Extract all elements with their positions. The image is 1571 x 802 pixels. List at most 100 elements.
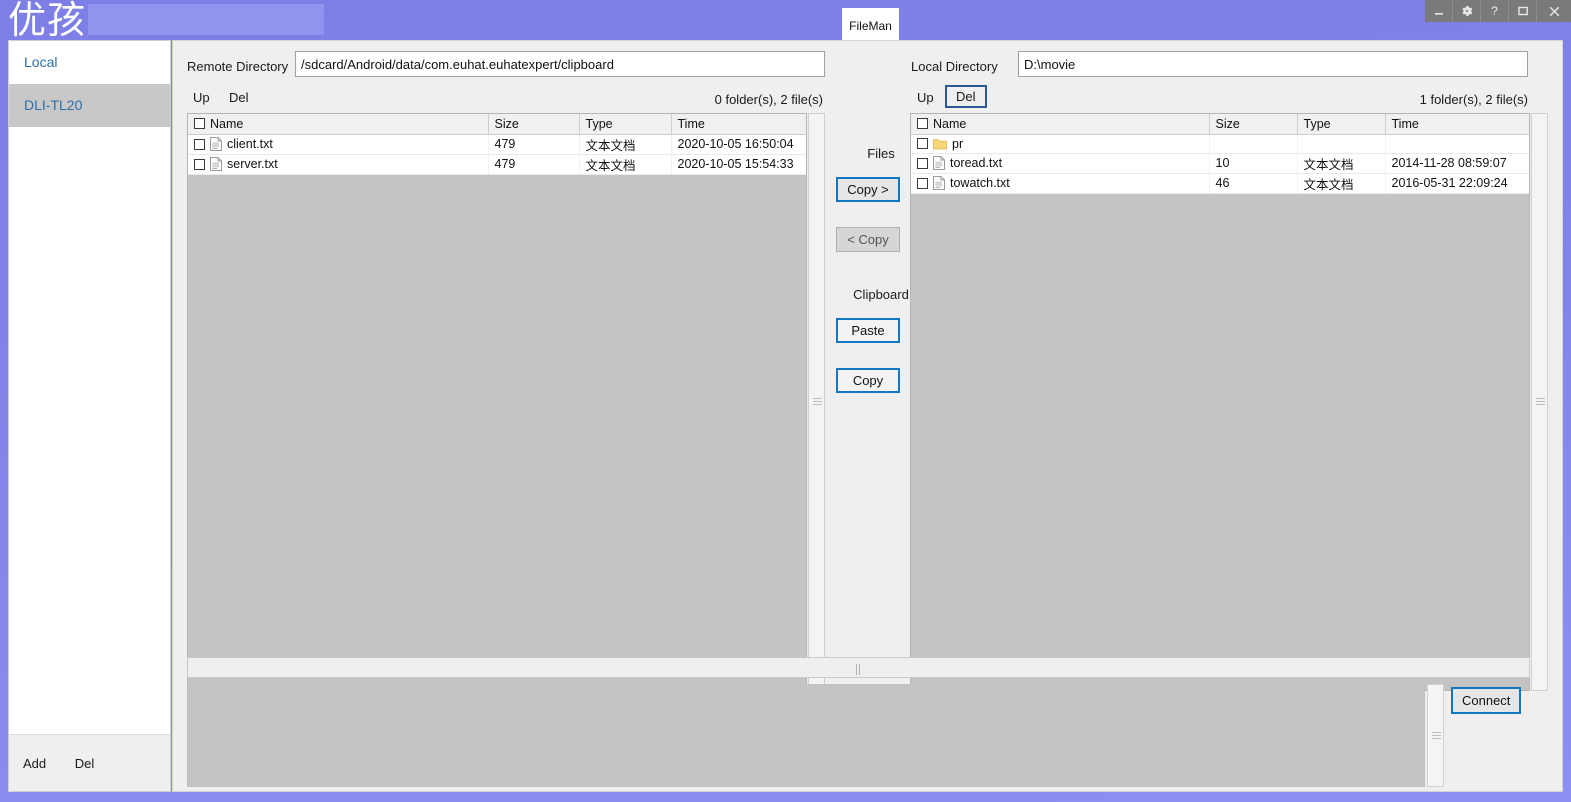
remote-col-time[interactable]: Time [671,114,806,135]
connect-button[interactable]: Connect [1451,687,1522,714]
remote-file-table: Name Size Type Time client.txt 479 文本文档 202… [188,114,806,175]
remote-row-checkbox[interactable] [194,158,205,170]
local-col-time[interactable]: Time [1385,114,1529,135]
app-logo: 优孩 [8,0,87,42]
tab-fileman[interactable]: FileMan [842,8,899,44]
gear-icon[interactable] [1453,0,1481,22]
local-row-time [1385,134,1529,154]
remote-list-scrollbar[interactable] [808,113,825,691]
scrollbar-grip-icon [1536,398,1545,405]
remote-table-header: Name Size Type Time [188,114,806,135]
sidebar-item-dli-tl20[interactable]: DLI-TL20 [9,84,170,127]
log-output-panel[interactable] [187,684,1425,787]
remote-directory-label: Remote Directory [187,59,289,74]
clipboard-copy-button[interactable]: Copy [836,368,900,393]
local-row-type: 文本文档 [1297,173,1386,194]
close-button[interactable] [1537,0,1571,22]
local-row-name[interactable]: towatch.txt [911,173,1210,194]
local-row-size [1209,134,1298,154]
local-row-name-text: towatch.txt [950,176,1010,190]
local-select-all-checkbox[interactable] [917,117,928,129]
maximize-button[interactable] [1509,0,1537,22]
local-row-checkbox[interactable] [917,177,928,189]
file-icon [210,157,222,171]
local-row-name[interactable]: toread.txt [911,153,1210,174]
local-directory-label: Local Directory [911,59,998,74]
remote-row-time: 2020-10-05 15:54:33 [671,154,806,175]
remote-row-time: 2020-10-05 16:50:04 [671,134,806,155]
table-row[interactable]: server.txt 479 文本文档 2020-10-05 15:54:33 [188,154,806,175]
log-scrollbar[interactable] [1427,684,1444,787]
local-row-time: 2016-05-31 22:09:24 [1385,173,1529,194]
horizontal-splitter[interactable] [187,657,1530,678]
local-file-table: Name Size Type Time pr toread.txt 10 文本文档 20… [911,114,1529,194]
remote-row-size: 479 [488,154,580,175]
local-list-scrollbar[interactable] [1531,113,1548,691]
remote-directory-input[interactable] [295,51,825,77]
splitter-grip-icon [855,663,862,675]
remote-count-label: 0 folder(s), 2 file(s) [714,92,823,107]
remote-row-name-text: server.txt [227,157,278,171]
local-col-type[interactable]: Type [1297,114,1386,135]
local-row-type [1297,134,1386,154]
table-row[interactable]: pr [911,134,1529,154]
local-row-checkbox[interactable] [917,138,928,149]
table-row[interactable]: towatch.txt 46 文本文档 2016-05-31 22:09:24 [911,173,1529,194]
remote-row-name[interactable]: server.txt [188,154,489,175]
remote-row-checkbox[interactable] [194,138,205,150]
local-del-button[interactable]: Del [945,85,987,108]
local-directory-input[interactable] [1018,51,1528,77]
remote-row-size: 479 [488,134,580,155]
minimize-button[interactable] [1425,0,1453,22]
sidebar-add-button[interactable]: Add [23,735,46,791]
sidebar-header-local: Local [24,54,58,70]
local-up-button[interactable]: Up [917,90,934,105]
local-row-name[interactable]: pr [911,134,1210,154]
copy-to-remote-button[interactable]: < Copy [836,227,900,252]
local-col-size[interactable]: Size [1209,114,1298,135]
device-sidebar: Local DLI-TL20 Add Del [8,40,171,792]
file-icon [210,137,222,151]
remote-table-body: client.txt 479 文本文档 2020-10-05 16:50:04 serv… [188,134,806,175]
sidebar-del-button[interactable]: Del [75,735,95,791]
local-table-body: pr toread.txt 10 文本文档 2014-11-28 08:59:07 tow… [911,134,1529,194]
main-content: Remote Directory Up Del 0 folder(s), 2 f… [172,40,1563,792]
local-row-name-text: pr [952,136,964,151]
scrollbar-grip-icon [1432,731,1441,739]
application-window: 优孩 FileMan ? Local DLI-TL20 Add Del Remo… [0,0,1571,802]
clipboard-paste-button[interactable]: Paste [836,318,900,343]
scrollbar-grip-icon [813,398,822,405]
remote-del-button[interactable]: Del [229,90,249,105]
remote-select-all-checkbox[interactable] [194,117,205,129]
logo-banner [88,4,324,35]
remote-row-name-text: client.txt [227,137,273,151]
tab-strip: FileMan [842,8,899,44]
table-row[interactable]: client.txt 479 文本文档 2020-10-05 16:50:04 [188,134,806,155]
window-controls: ? [1425,0,1571,22]
local-row-size: 10 [1209,153,1298,174]
local-row-time: 2014-11-28 08:59:07 [1385,153,1529,174]
local-col-name[interactable]: Name [911,114,1210,135]
copy-to-local-button[interactable]: Copy > [836,177,900,202]
table-row[interactable]: toread.txt 10 文本文档 2014-11-28 08:59:07 [911,153,1529,174]
local-file-list[interactable]: Name Size Type Time pr toread.txt 10 文本文档 20… [910,113,1530,691]
local-count-label: 1 folder(s), 2 file(s) [1419,92,1528,107]
remote-row-name[interactable]: client.txt [188,134,489,155]
remote-row-type: 文本文档 [579,134,672,155]
sidebar-footer: Add Del [9,734,170,791]
file-icon [933,176,945,190]
remote-up-button[interactable]: Up [193,90,210,105]
help-button[interactable]: ? [1481,0,1509,22]
local-table-header: Name Size Type Time [911,114,1529,135]
remote-col-type[interactable]: Type [579,114,672,135]
file-icon [933,156,945,170]
local-row-name-text: toread.txt [950,156,1003,170]
folder-icon [933,138,947,149]
remote-file-list[interactable]: Name Size Type Time client.txt 479 文本文档 202… [187,113,807,691]
remote-col-size[interactable]: Size [488,114,580,135]
remote-row-type: 文本文档 [579,154,672,175]
local-row-type: 文本文档 [1297,153,1386,174]
local-row-checkbox[interactable] [917,157,928,169]
remote-col-name[interactable]: Name [188,114,489,135]
local-row-size: 46 [1209,173,1298,194]
